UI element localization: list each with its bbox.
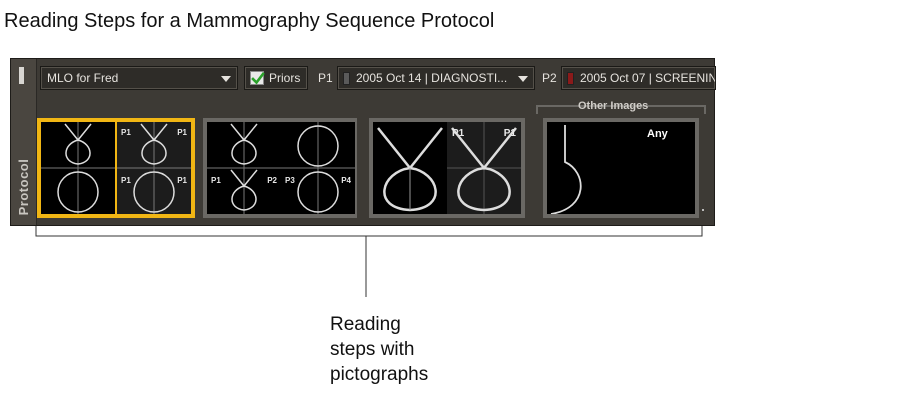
callout-line: pictographs bbox=[330, 364, 429, 385]
callout-text: Reading steps with pictographs bbox=[330, 312, 428, 387]
callout-line: steps with bbox=[330, 339, 415, 360]
callout-line: Reading bbox=[330, 314, 401, 335]
callout-bracket bbox=[35, 226, 703, 297]
